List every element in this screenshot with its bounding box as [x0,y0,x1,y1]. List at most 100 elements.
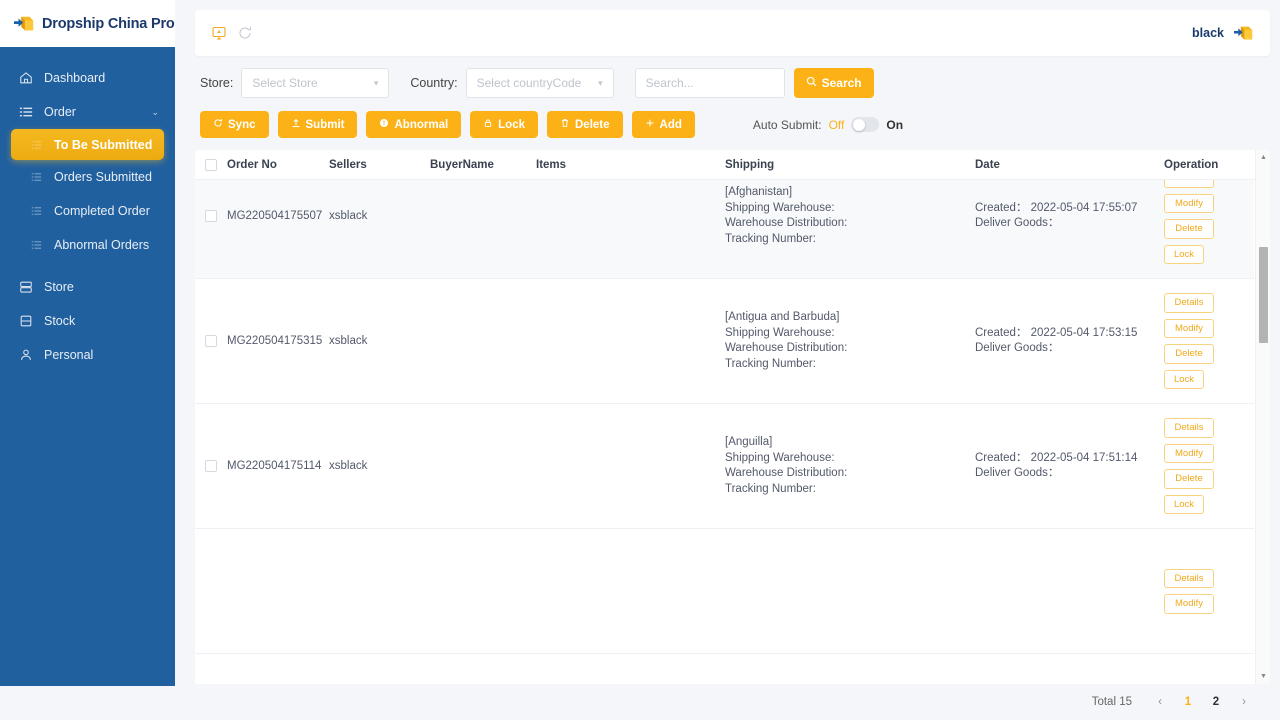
cell-buyer-name [430,404,536,528]
lock-row-button[interactable]: Lock [1164,494,1204,514]
col-date: Date [975,158,1000,171]
lock-row-button[interactable]: Lock [1164,244,1204,264]
cell-items [536,404,725,528]
table-row[interactable]: Details Modify [195,529,1254,654]
add-button[interactable]: Add [631,111,695,138]
sidebar-item-orders-submitted[interactable]: Orders Submitted [0,160,175,194]
warehouse-distribution-label: Warehouse Distribution: [725,342,848,354]
cell-buyer-name [430,529,536,653]
modify-button[interactable]: Modify [1164,443,1214,463]
filter-bar: Store: Select Store ▾ Country: Select co… [195,68,1270,98]
lock-button[interactable]: Lock [470,111,538,138]
col-operation: Operation [1164,158,1219,171]
sidebar-item-label: Stock [44,314,76,328]
shipping-country: [Antigua and Barbuda] [725,311,840,323]
tracking-number-label: Tracking Number: [725,357,816,370]
table-row[interactable]: MG220504175507 xsblack [Afghanistan] Shi… [195,180,1254,279]
sidebar-item-order[interactable]: Order ⌄ [0,95,175,129]
scroll-up-arrow[interactable]: ▲ [1256,150,1270,165]
cell-order-no: MG220504175114 [227,460,322,472]
select-all-checkbox[interactable] [205,158,217,171]
chevron-down-icon: ▾ [598,77,603,88]
row-checkbox[interactable] [205,460,217,472]
modify-button[interactable]: Modify [1164,594,1214,614]
brand-name: Dropship China Pro [42,15,175,32]
shipping-country: [Anguilla] [725,436,773,448]
col-order-no: Order No [227,158,277,171]
submit-button[interactable]: Submit [277,111,358,138]
delete-row-button[interactable]: Delete [1164,219,1214,239]
store-label: Store: [200,76,234,90]
table-vertical-scrollbar[interactable]: ▲ ▼ [1255,150,1270,684]
cell-items [536,529,725,653]
abnormal-button[interactable]: Abnormal [366,111,462,138]
scrollbar-thumb[interactable] [1259,247,1268,343]
cube-box-icon [1233,24,1254,43]
prev-page-button[interactable]: ‹ [1149,691,1171,713]
next-page-button[interactable]: › [1233,691,1255,713]
search-input[interactable]: Search... [634,68,785,98]
table-row[interactable]: MG220504175315 xsblack [Antigua and Barb… [195,279,1254,404]
add-button-label: Add [659,118,682,131]
row-checkbox[interactable] [205,335,217,347]
cell-seller: xsblack [329,460,368,472]
created-date: Created： 2022-05-04 17:55:07 [975,201,1138,214]
app-root: Dropship China Pro Dashboard Order ⌄ To … [0,0,1280,720]
scroll-down-arrow[interactable]: ▼ [1256,669,1270,684]
details-button[interactable]: Details [1164,568,1214,588]
upload-icon [291,118,301,131]
brand-logo: Dropship China Pro [0,0,175,47]
store-select[interactable]: Select Store ▾ [241,68,390,98]
modify-button[interactable]: Modify [1164,318,1214,338]
country-select[interactable]: Select countryCode ▾ [465,68,614,98]
lock-row-button[interactable]: Lock [1164,369,1204,389]
warehouse-distribution-label: Warehouse Distribution: [725,217,848,229]
cell-operation: Details Modify Delete Lock [1164,180,1254,278]
delete-button[interactable]: Delete [547,111,623,138]
auto-submit-toggle[interactable] [851,117,880,132]
user-name: black [1192,26,1224,40]
screen-monitor-icon[interactable] [211,25,227,41]
cell-date: Created： 2022-05-04 17:53:15 Deliver Goo… [975,279,1164,403]
deliver-goods: Deliver Goods： [975,342,1060,354]
search-icon [806,76,817,90]
sidebar-item-label: Completed Order [54,204,150,218]
sync-button[interactable]: Sync [200,111,269,138]
delete-row-button[interactable]: Delete [1164,469,1214,489]
cell-operation: Details Modify Delete Lock [1164,404,1254,528]
details-button[interactable]: Details [1164,180,1214,188]
sidebar-item-personal[interactable]: Personal [0,338,175,372]
submit-button-label: Submit [305,118,345,131]
row-checkbox[interactable] [205,210,217,222]
cell-date [975,529,1164,653]
lock-button-label: Lock [498,118,525,131]
page-2-button[interactable]: 2 [1205,691,1227,713]
sidebar-item-label: Store [44,280,74,294]
created-date: Created： 2022-05-04 17:51:14 [975,451,1138,464]
search-button[interactable]: Search [793,68,874,98]
list-sub-icon [30,238,43,253]
row-select-cell [195,180,227,278]
details-button[interactable]: Details [1164,293,1214,313]
cell-seller [329,529,430,653]
col-buyer-name: BuyerName [430,158,494,171]
table-body: MG220504175507 xsblack [Afghanistan] Shi… [195,180,1254,654]
topbar-user[interactable]: black [1192,24,1254,43]
modify-button[interactable]: Modify [1164,193,1214,213]
page-1-button[interactable]: 1 [1177,691,1199,713]
sidebar-item-to-be-submitted[interactable]: To Be Submitted [11,129,164,160]
auto-submit-on-label: On [886,117,904,132]
details-button[interactable]: Details [1164,418,1214,438]
warehouse-distribution-label: Warehouse Distribution: [725,467,848,479]
sidebar-item-dashboard[interactable]: Dashboard [0,61,175,95]
sidebar-item-completed-order[interactable]: Completed Order [0,194,175,228]
table-row[interactable]: MG220504175114 xsblack [Anguilla] Shippi… [195,404,1254,529]
sidebar-item-stock[interactable]: Stock [0,304,175,338]
delete-row-button[interactable]: Delete [1164,344,1214,364]
cell-order-no: MG220504175507 [227,210,323,222]
cell-order-no: MG220504175315 [227,335,323,347]
sidebar-item-abnormal-orders[interactable]: Abnormal Orders [0,228,175,262]
sidebar-item-store[interactable]: Store [0,270,175,304]
refresh-icon[interactable] [237,25,253,41]
